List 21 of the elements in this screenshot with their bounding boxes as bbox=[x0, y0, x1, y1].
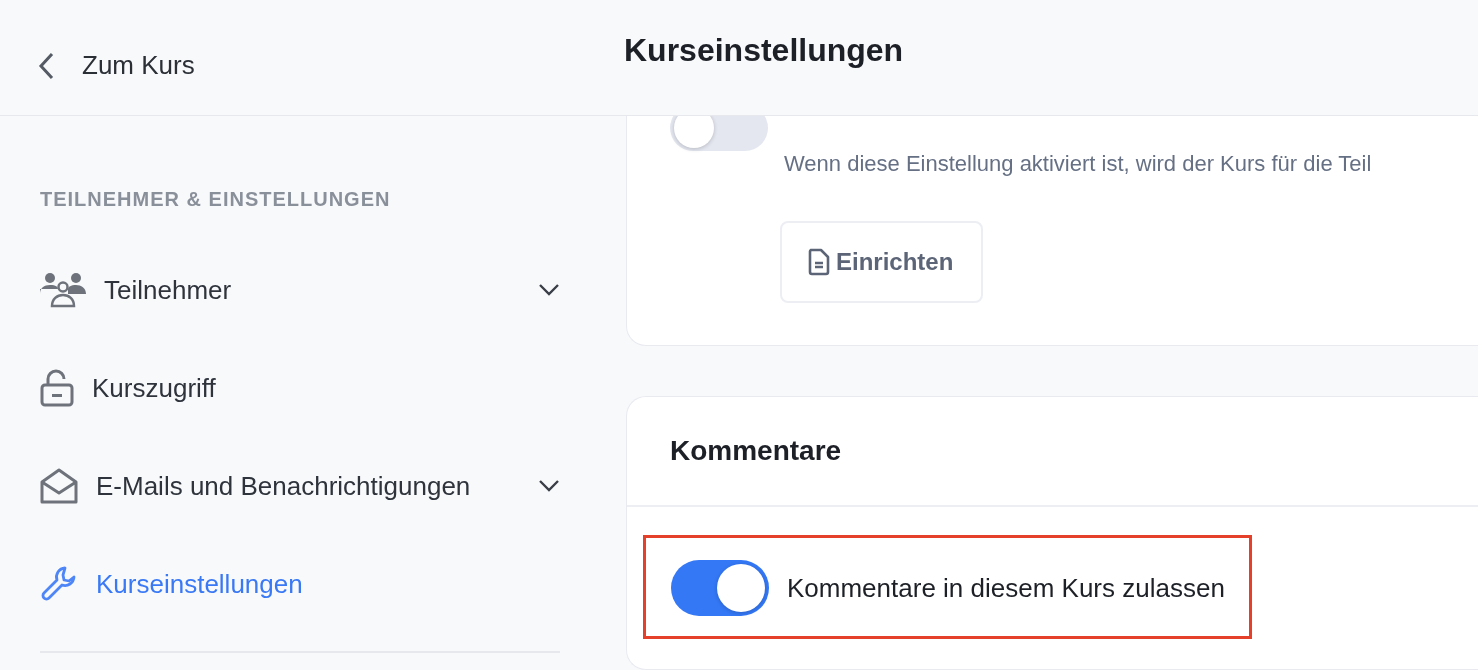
sidebar-item[interactable]: E-Mails und Benachrichtigungen bbox=[40, 437, 560, 535]
setting-description: Wenn diese Einstellung aktiviert ist, wird der Kurs für die Teil bbox=[784, 151, 1372, 177]
setting-label: Kommentare in diesem Kurs zulassen bbox=[787, 572, 1225, 604]
sidebar-item[interactable]: Kurseinstellungen bbox=[40, 535, 560, 633]
sidebar-item[interactable]: Teilnehmer bbox=[40, 241, 560, 339]
toggle-switch[interactable] bbox=[671, 560, 769, 616]
setup-button[interactable]: Einrichten bbox=[780, 221, 984, 303]
wrench-icon bbox=[40, 565, 78, 603]
toggle-switch[interactable] bbox=[670, 116, 768, 151]
sidebar-item[interactable]: Kurszugriff bbox=[40, 339, 560, 437]
page-title: Kurseinstellungen bbox=[624, 32, 904, 69]
open-envelope-icon bbox=[40, 468, 78, 504]
people-icon bbox=[40, 272, 86, 308]
chevron-left-icon bbox=[38, 51, 54, 80]
card-title: Kommentare bbox=[627, 397, 1478, 507]
document-icon bbox=[808, 248, 830, 276]
section-label: TEILNEHMER & EINSTELLUNGEN bbox=[40, 188, 392, 211]
chevron-down-icon bbox=[538, 479, 560, 493]
unlocked-padlock-icon bbox=[40, 369, 74, 407]
chevron-down-icon bbox=[538, 283, 560, 297]
back-link[interactable]: Zum Kurs bbox=[0, 50, 624, 81]
